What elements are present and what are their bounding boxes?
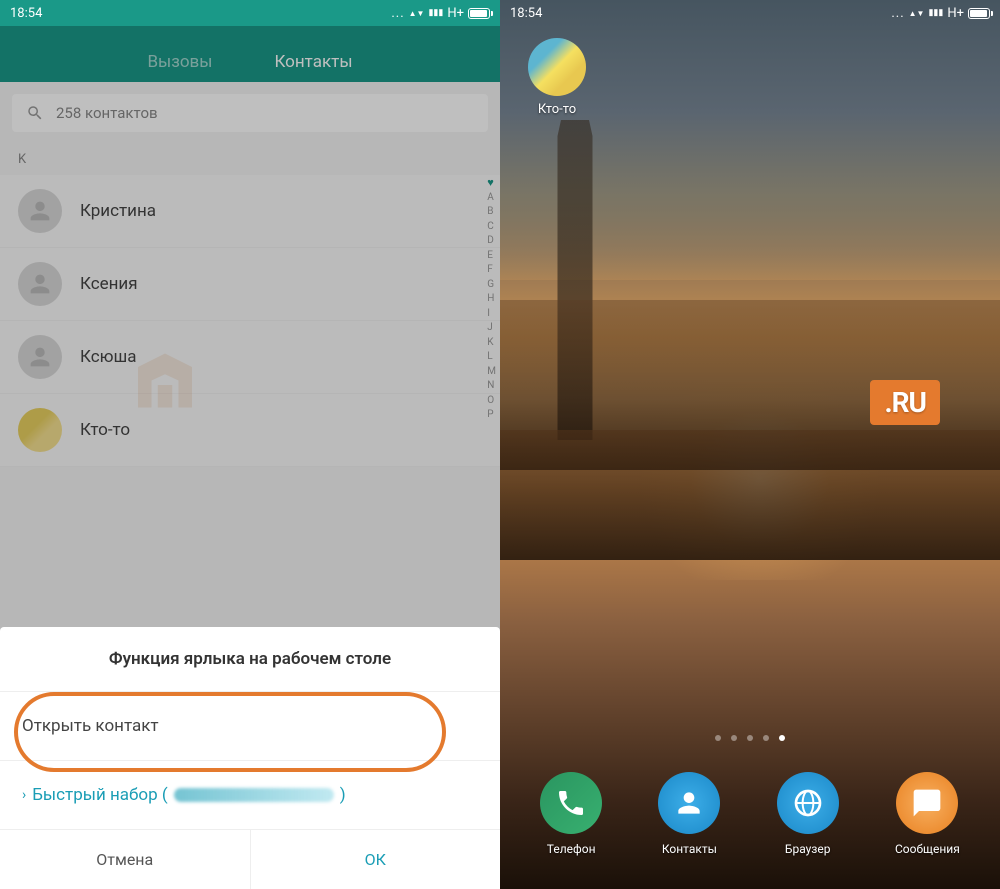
shortcut-label: Кто-то xyxy=(528,102,586,117)
contact-shortcut[interactable]: Кто-то xyxy=(528,38,586,117)
dock-phone[interactable]: Телефон xyxy=(540,772,602,856)
page-indicator[interactable] xyxy=(500,735,1000,741)
contacts-icon xyxy=(658,772,720,834)
dock-contacts[interactable]: Контакты xyxy=(658,772,720,856)
watermark-badge: .RU xyxy=(870,380,940,425)
status-time: 18:54 xyxy=(510,6,542,21)
home-screen: 18:54 ... ▲▼ ▮▮▮ H+ Кто-то .RU Телефон К… xyxy=(500,0,1000,889)
masked-number xyxy=(174,788,334,802)
battery-icon xyxy=(468,8,490,19)
network-label: H+ xyxy=(447,6,464,21)
status-bar: 18:54 ... ▲▼ ▮▮▮ H+ xyxy=(0,0,500,26)
status-icons: ... ▲▼ ▮▮▮ H+ xyxy=(891,6,990,21)
status-icons: ... ▲▼ ▮▮▮ H+ xyxy=(391,6,490,21)
network-label: H+ xyxy=(947,6,964,21)
contacts-app-screen: 18:54 ... ▲▼ ▮▮▮ H+ Вызовы Контакты 258 … xyxy=(0,0,500,889)
status-time: 18:54 xyxy=(10,6,42,21)
option-open-contact[interactable]: Открыть контакт xyxy=(0,692,500,761)
chevron-right-icon: › xyxy=(22,787,26,803)
dock: Телефон Контакты Браузер Сообщения xyxy=(500,749,1000,889)
dialog-title: Функция ярлыка на рабочем столе xyxy=(0,627,500,692)
shortcut-dialog: Функция ярлыка на рабочем столе Открыть … xyxy=(0,627,500,889)
ok-button[interactable]: ОК xyxy=(251,830,501,889)
shortcut-avatar xyxy=(528,38,586,96)
option-quick-dial[interactable]: › Быстрый набор ( ) xyxy=(0,761,500,830)
battery-icon xyxy=(968,8,990,19)
dock-messages[interactable]: Сообщения xyxy=(895,772,960,856)
dialog-actions: Отмена ОК xyxy=(0,830,500,889)
cancel-button[interactable]: Отмена xyxy=(0,830,251,889)
status-bar: 18:54 ... ▲▼ ▮▮▮ H+ xyxy=(500,0,1000,26)
messages-icon xyxy=(896,772,958,834)
phone-icon xyxy=(540,772,602,834)
browser-icon xyxy=(777,772,839,834)
dock-browser[interactable]: Браузер xyxy=(777,772,839,856)
